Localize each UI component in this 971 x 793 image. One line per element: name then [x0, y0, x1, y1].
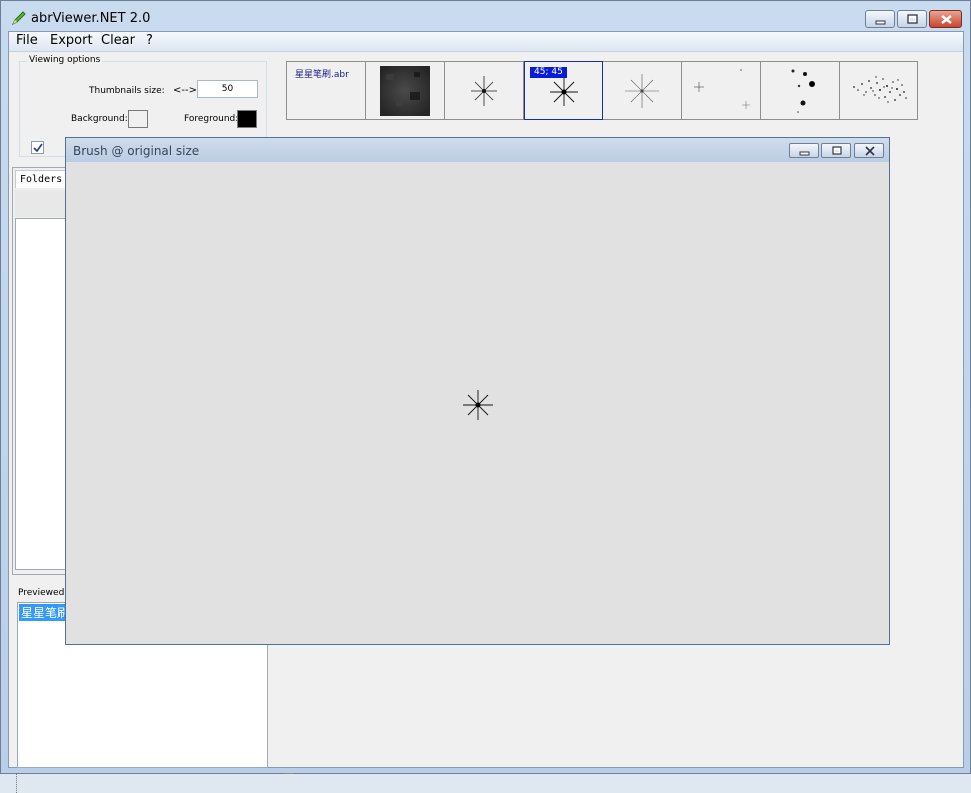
- file-name-label: 星星笔刷.abr: [295, 70, 349, 80]
- thumbnail-strip: 星星笔刷.abr 45; 45: [286, 61, 918, 120]
- pencil-icon: [11, 11, 26, 26]
- option-checkbox[interactable]: [31, 141, 44, 154]
- brush-preview-window: Brush @ original size: [65, 137, 890, 645]
- minimize-icon: [799, 151, 810, 156]
- background-label: Background:: [71, 114, 128, 124]
- thumbnail-brush-5[interactable]: [682, 62, 761, 119]
- close-icon: [941, 15, 952, 24]
- close-icon: [865, 146, 875, 156]
- brush-preview-canvas: [66, 162, 889, 644]
- minimize-button[interactable]: [865, 10, 895, 28]
- star-brush-icon: [463, 390, 493, 420]
- thumbnail-brush-2[interactable]: [445, 62, 524, 119]
- title-bar[interactable]: abrViewer.NET 2.0: [1, 1, 970, 31]
- close-button[interactable]: [929, 10, 962, 28]
- main-window: abrViewer.NET 2.0 File Export Clear ? Vi…: [0, 0, 971, 793]
- scatter-brush-icon: [853, 76, 907, 103]
- preview-minimize-button[interactable]: [789, 143, 819, 158]
- menu-export[interactable]: Export: [50, 33, 93, 48]
- menu-file[interactable]: File: [16, 33, 38, 48]
- sparkle-brush-icon: [694, 69, 750, 109]
- thumbnails-size-input[interactable]: 50: [197, 80, 258, 98]
- thumbnail-brush-7[interactable]: [840, 62, 919, 119]
- menu-clear[interactable]: Clear: [101, 33, 135, 48]
- status-separator: [16, 773, 18, 793]
- brush-size-badge: 45; 45: [530, 67, 567, 78]
- thumbnails-size-label: Thumbnails size:: [89, 86, 165, 96]
- restore-icon: [907, 14, 918, 24]
- list-item[interactable]: 星星笔刷: [19, 604, 72, 621]
- dots-brush-icon: [791, 69, 815, 113]
- viewing-options-title: Viewing options: [27, 55, 103, 65]
- thumbnail-file[interactable]: 星星笔刷.abr: [287, 62, 366, 119]
- preview-maximize-button[interactable]: [821, 143, 851, 158]
- checkmark-icon: [33, 143, 43, 153]
- thumbnail-brush-1[interactable]: [366, 62, 445, 119]
- thumbnail-brush-6[interactable]: [761, 62, 840, 119]
- star-brush-icon: [625, 74, 659, 108]
- resize-arrow-label: <-->: [173, 85, 197, 96]
- previewed-label: Previewed s: [18, 588, 72, 598]
- foreground-label: Foreground:: [184, 114, 239, 124]
- background-color-swatch[interactable]: [128, 110, 148, 128]
- maximize-button[interactable]: [897, 10, 927, 28]
- texture-brush-icon: [380, 66, 430, 116]
- star-brush-icon: [471, 76, 497, 106]
- restore-icon: [832, 146, 842, 155]
- foreground-color-swatch[interactable]: [237, 110, 257, 128]
- menu-help[interactable]: ?: [146, 33, 153, 48]
- window-title: abrViewer.NET 2.0: [31, 11, 151, 26]
- minimize-icon: [875, 20, 886, 25]
- preview-window-title: Brush @ original size: [73, 144, 200, 158]
- thumbnail-brush-4[interactable]: [603, 62, 682, 119]
- menu-bar: File Export Clear ?: [9, 32, 963, 52]
- preview-close-button[interactable]: [854, 143, 884, 158]
- thumbnail-brush-3-selected[interactable]: 45; 45: [524, 61, 603, 120]
